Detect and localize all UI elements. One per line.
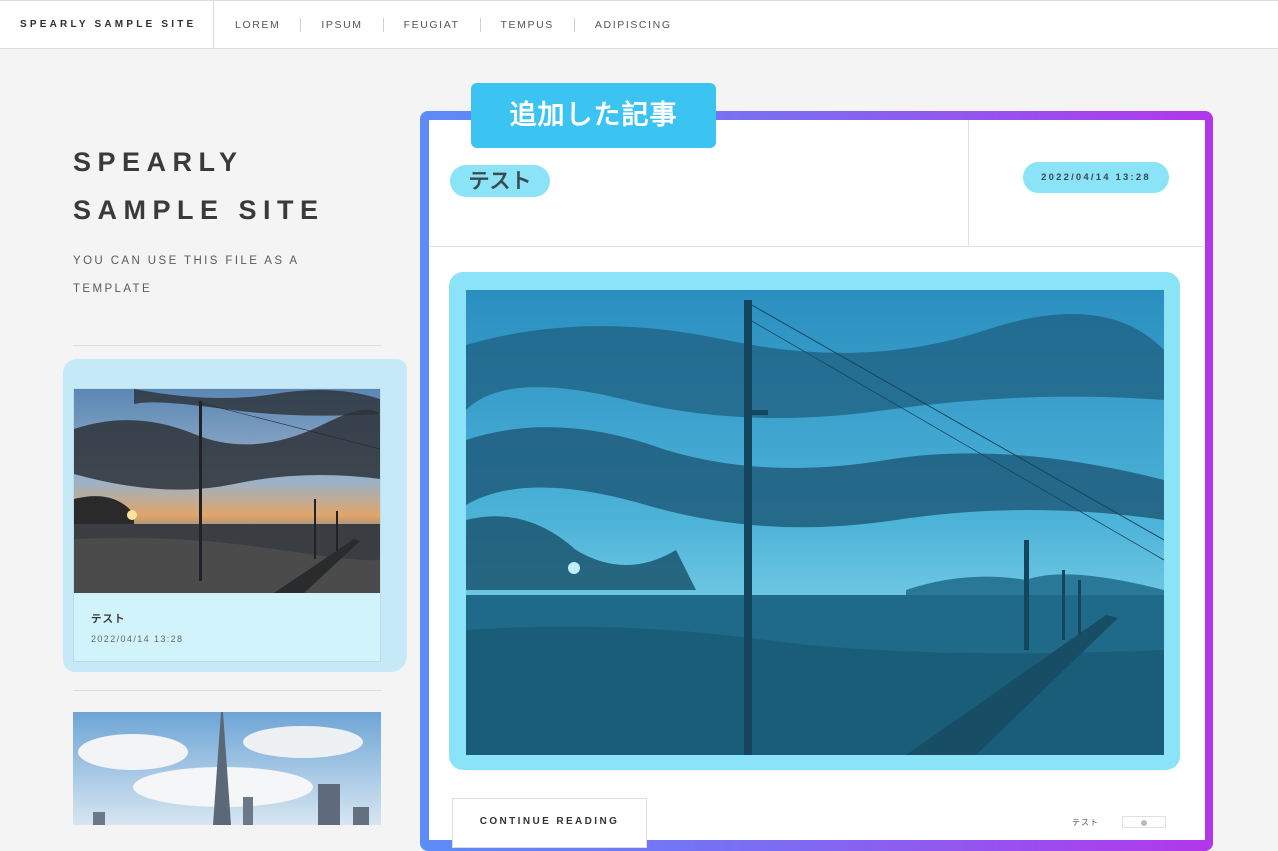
main-nav: LOREM IPSUM FEUGIAT TEMPUS ADIPISCING (215, 1, 692, 49)
author-avatar[interactable] (1122, 816, 1166, 828)
avatar-icon (1141, 820, 1147, 826)
article-date: 2022/04/14 13:28 (1023, 162, 1169, 193)
nav-item-lorem[interactable]: LOREM (215, 18, 300, 32)
nav-item-tempus[interactable]: TEMPUS (479, 18, 574, 32)
article-header-divider (968, 120, 969, 246)
article-title[interactable]: テスト (450, 165, 550, 197)
continue-reading-button[interactable]: CONTINUE READING (452, 798, 647, 848)
site-title-line1: SPEARLY (73, 147, 244, 177)
article-header-rule (429, 246, 1205, 247)
author-name[interactable]: テスト (1072, 817, 1099, 828)
site-description: YOU CAN USE THIS FILE AS A TEMPLATE (73, 255, 299, 295)
site-title-line2: SAMPLE SITE (73, 195, 325, 225)
sunset-pier-photo[interactable] (74, 389, 380, 593)
city-skyline-photo[interactable] (73, 712, 381, 825)
site-brand-link[interactable]: SPEARLY SAMPLE SITE (0, 1, 214, 49)
sidebar-divider (73, 690, 381, 691)
nav-item-adipiscing[interactable]: ADIPISCING (573, 18, 692, 32)
added-article-label: 追加した記事 (471, 83, 716, 148)
sidebar-divider (73, 345, 381, 346)
sidebar-post-title[interactable]: テスト (91, 611, 126, 626)
sunset-pier-photo[interactable] (466, 290, 1164, 755)
nav-item-feugiat[interactable]: FEUGIAT (382, 18, 480, 32)
top-navigation-bar: SPEARLY SAMPLE SITE LOREM IPSUM FEUGIAT … (0, 0, 1278, 49)
nav-item-ipsum[interactable]: IPSUM (300, 18, 382, 32)
sidebar-post-card[interactable]: テスト 2022/04/14 13:28 (73, 388, 381, 662)
site-title: SPEARLY SAMPLE SITE (73, 138, 373, 234)
sidebar-post-date: 2022/04/14 13:28 (91, 634, 184, 644)
